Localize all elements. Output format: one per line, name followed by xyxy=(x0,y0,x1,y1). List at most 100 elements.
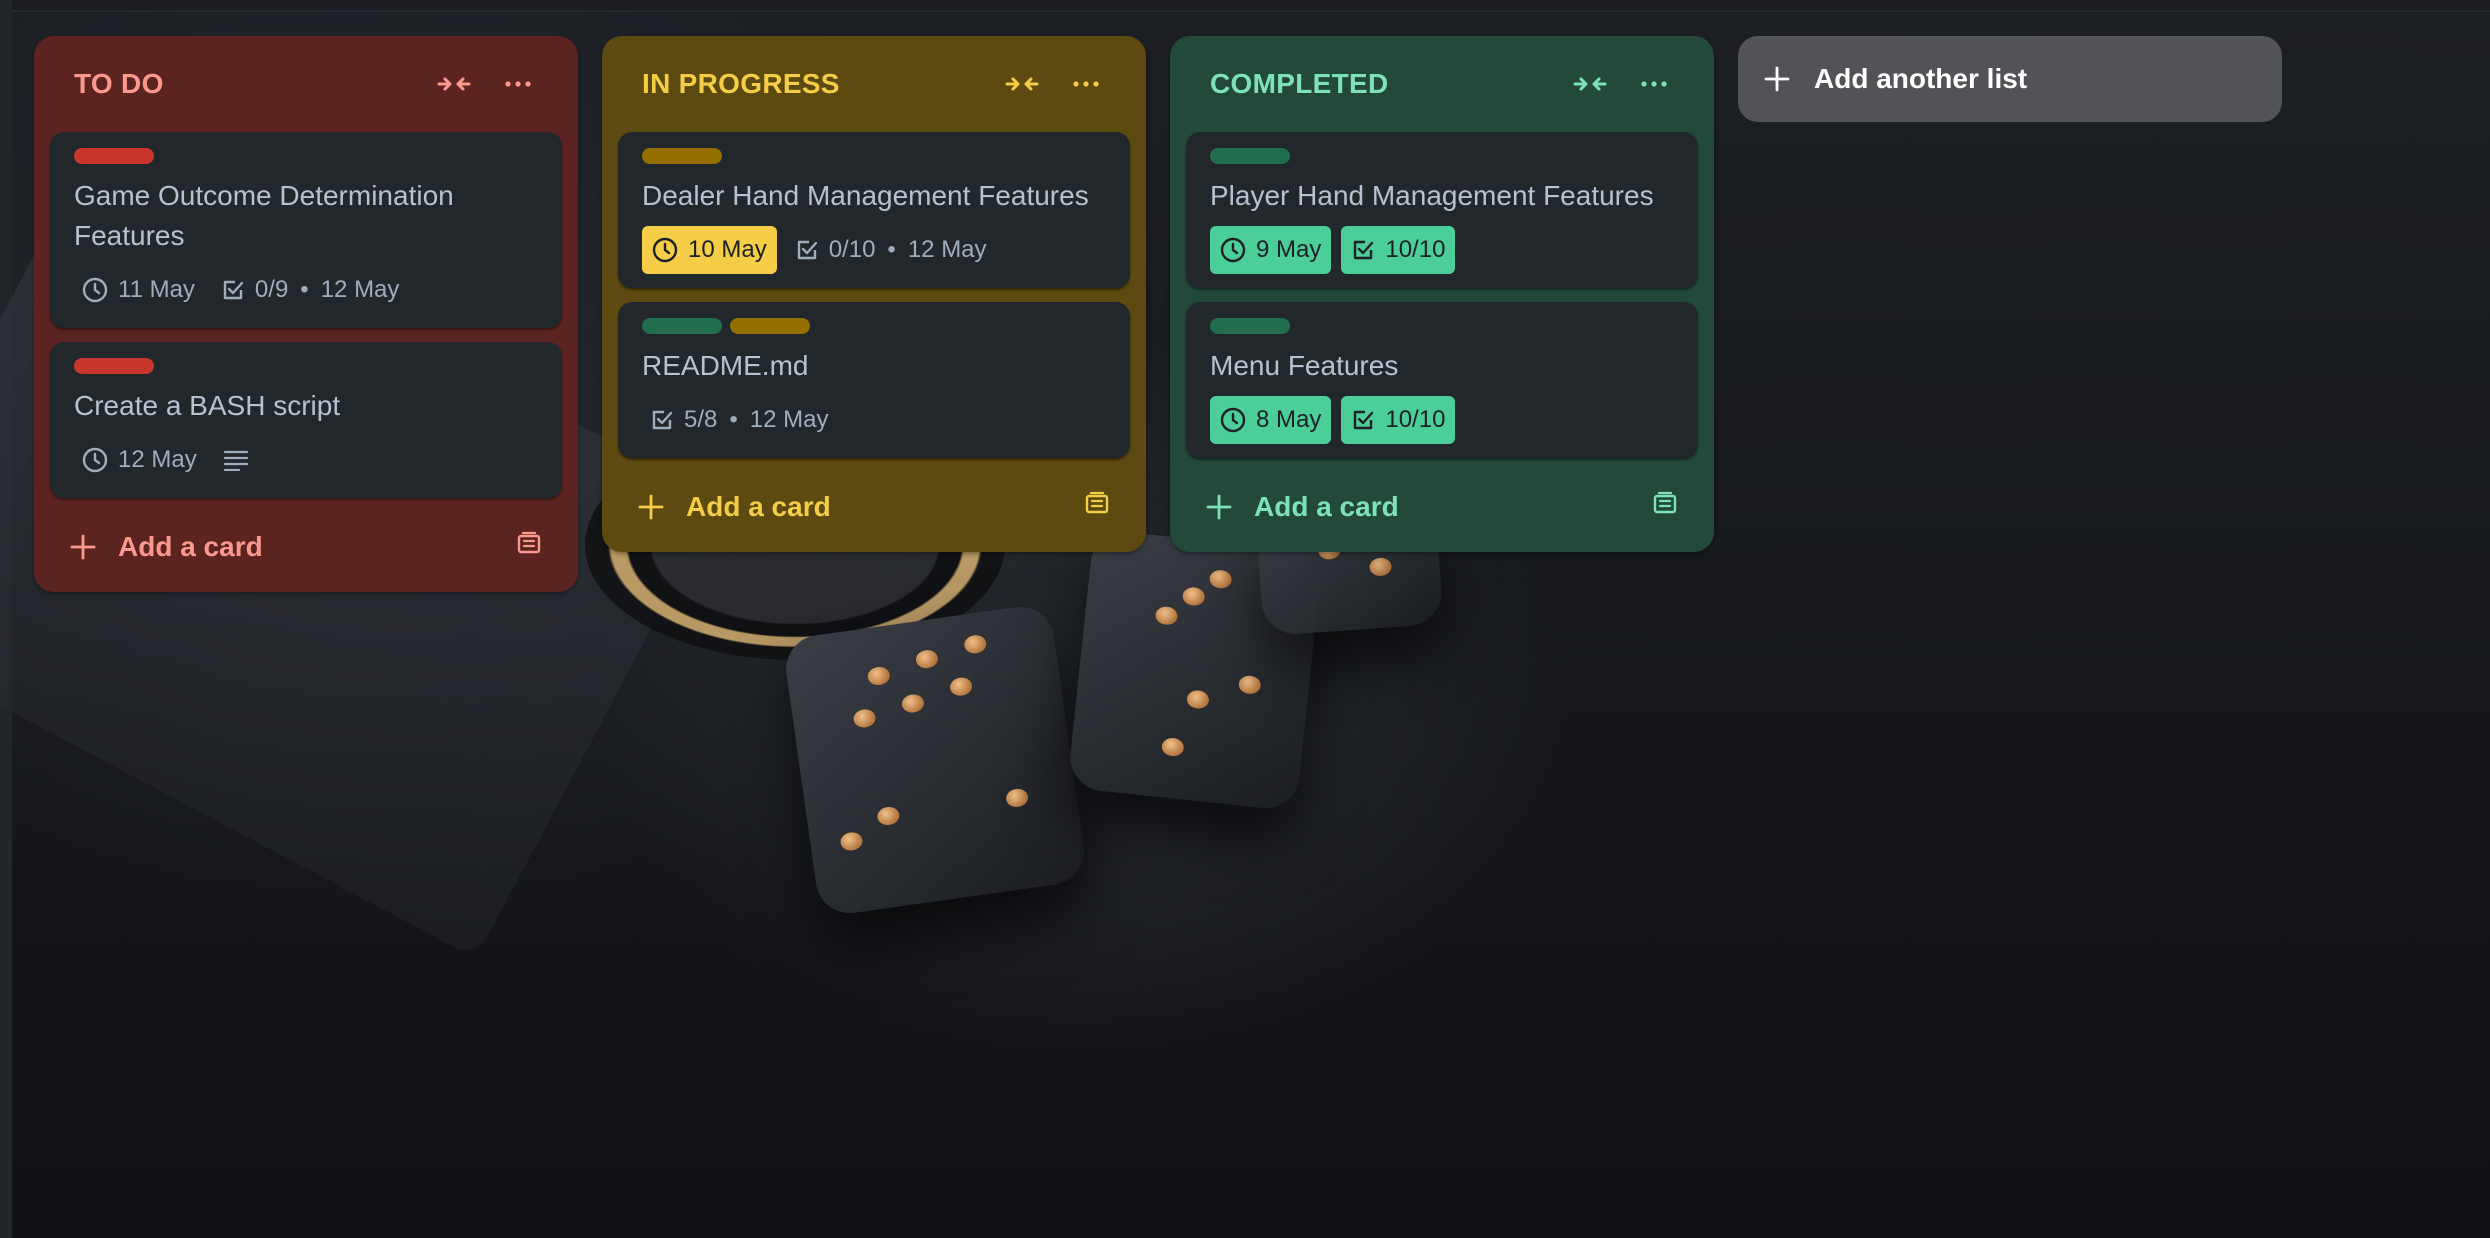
card-badges: 10 May 0/10 • 12 May xyxy=(642,226,1106,274)
checklist-date: 12 May xyxy=(749,406,829,433)
card-labels xyxy=(642,318,1106,334)
clock-icon xyxy=(652,237,678,263)
checklist-badge[interactable]: 0/9 • 12 May xyxy=(213,266,407,314)
card-labels xyxy=(74,358,538,374)
card-badges: 5/8 • 12 May xyxy=(642,396,1106,444)
checklist-icon xyxy=(797,240,817,260)
card-game-outcome[interactable]: Game Outcome Determination Features 11 M… xyxy=(50,132,562,328)
template-icon[interactable] xyxy=(1084,491,1110,524)
list-in-progress: IN PROGRESS Dealer Hand Management Featu… xyxy=(602,36,1146,552)
checklist-icon xyxy=(223,280,244,300)
add-card-label: Add a card xyxy=(118,531,263,562)
checklist-date: 12 May xyxy=(320,276,400,303)
add-card-button[interactable]: Add a card xyxy=(1186,472,1698,542)
list-todo: TO DO Game Outcome Determination Feature… xyxy=(34,36,578,592)
due-date-badge[interactable]: 12 May xyxy=(74,436,205,484)
card-bash-script[interactable]: Create a BASH script 12 May xyxy=(50,342,562,498)
card-title: Game Outcome Determination Features xyxy=(74,180,454,251)
plus-icon xyxy=(70,534,96,560)
top-bar-edge xyxy=(0,0,2490,12)
card-menu-features[interactable]: Menu Features 8 May 10/10 xyxy=(1186,302,1698,458)
card-readme[interactable]: README.md 5/8 • 12 May xyxy=(618,302,1130,458)
list-title[interactable]: TO DO xyxy=(74,68,410,100)
template-icon[interactable] xyxy=(516,531,542,564)
due-date-badge[interactable]: 10 May xyxy=(642,226,777,274)
card-title: Player Hand Management Features xyxy=(1210,180,1654,211)
template-icon[interactable] xyxy=(1652,491,1678,524)
label-green[interactable] xyxy=(1210,318,1290,334)
add-list-button[interactable]: Add another list xyxy=(1738,36,2282,122)
checklist-count: 5/8 xyxy=(684,406,718,433)
card-title: Menu Features xyxy=(1210,350,1399,381)
card-labels xyxy=(1210,148,1674,164)
list-completed: COMPLETED Player Hand Management Feature… xyxy=(1170,36,1714,552)
due-date-badge[interactable]: 11 May xyxy=(74,266,203,314)
due-date-text: 10 May xyxy=(688,236,767,263)
clock-icon xyxy=(82,277,108,303)
clock-icon xyxy=(1220,237,1246,263)
separator: • xyxy=(887,236,896,263)
clock-icon xyxy=(82,447,108,473)
description-icon xyxy=(223,450,248,471)
clock-icon xyxy=(1220,407,1246,433)
card-badges: 12 May xyxy=(74,436,538,484)
card-title: README.md xyxy=(642,350,809,381)
plus-icon xyxy=(1764,66,1790,92)
collapse-icon[interactable] xyxy=(1002,64,1042,104)
description-badge xyxy=(215,436,257,484)
label-red[interactable] xyxy=(74,358,154,374)
list-title[interactable]: IN PROGRESS xyxy=(642,68,978,100)
card-badges: 8 May 10/10 xyxy=(1210,396,1674,444)
checklist-count: 0/9 xyxy=(254,276,289,303)
separator: • xyxy=(300,276,309,303)
more-icon[interactable] xyxy=(1066,64,1106,104)
card-labels xyxy=(642,148,1106,164)
card-badges: 9 May 10/10 xyxy=(1210,226,1674,274)
checklist-icon xyxy=(652,410,673,430)
add-list-label: Add another list xyxy=(1814,63,2028,94)
checklist-badge[interactable]: 0/10 • 12 May xyxy=(787,226,995,274)
checklist-date: 12 May xyxy=(907,236,987,263)
add-card-label: Add a card xyxy=(1254,491,1399,522)
due-date-text: 9 May xyxy=(1256,236,1322,263)
card-title: Dealer Hand Management Features xyxy=(642,180,1089,211)
add-card-label: Add a card xyxy=(686,491,831,522)
card-dealer-hand[interactable]: Dealer Hand Management Features 10 May 0… xyxy=(618,132,1130,288)
label-yellow[interactable] xyxy=(642,148,722,164)
checklist-badge[interactable]: 10/10 xyxy=(1341,226,1456,274)
label-red[interactable] xyxy=(74,148,154,164)
more-icon[interactable] xyxy=(498,64,538,104)
due-date-badge[interactable]: 8 May xyxy=(1210,396,1332,444)
list-title[interactable]: COMPLETED xyxy=(1210,68,1546,100)
label-green[interactable] xyxy=(1210,148,1290,164)
label-green[interactable] xyxy=(642,318,722,334)
add-card-button[interactable]: Add a card xyxy=(618,472,1130,542)
due-date-text: 11 May xyxy=(118,276,195,303)
list-header: COMPLETED xyxy=(1186,36,1698,132)
add-card-button[interactable]: Add a card xyxy=(50,512,562,582)
background-die xyxy=(781,602,1089,918)
label-yellow[interactable] xyxy=(730,318,810,334)
checklist-count: 10/10 xyxy=(1385,406,1446,433)
more-icon[interactable] xyxy=(1634,64,1674,104)
collapse-icon[interactable] xyxy=(434,64,474,104)
card-labels xyxy=(74,148,538,164)
card-player-hand[interactable]: Player Hand Management Features 9 May 10… xyxy=(1186,132,1698,288)
due-date-text: 12 May xyxy=(118,446,197,473)
checklist-count: 0/10 xyxy=(828,236,876,263)
list-header: TO DO xyxy=(50,36,562,132)
checklist-icon xyxy=(1354,410,1374,430)
checklist-count: 10/10 xyxy=(1385,236,1446,263)
separator: • xyxy=(729,406,738,433)
due-date-badge[interactable]: 9 May xyxy=(1210,226,1332,274)
checklist-icon xyxy=(1354,240,1374,260)
card-labels xyxy=(1210,318,1674,334)
card-badges: 11 May 0/9 • 12 May xyxy=(74,266,538,314)
card-title: Create a BASH script xyxy=(74,390,341,421)
collapse-icon[interactable] xyxy=(1570,64,1610,104)
checklist-badge[interactable]: 5/8 • 12 May xyxy=(642,396,836,444)
plus-icon xyxy=(1206,494,1232,520)
checklist-badge[interactable]: 10/10 xyxy=(1341,396,1456,444)
due-date-text: 8 May xyxy=(1256,406,1322,433)
plus-icon xyxy=(638,494,664,520)
